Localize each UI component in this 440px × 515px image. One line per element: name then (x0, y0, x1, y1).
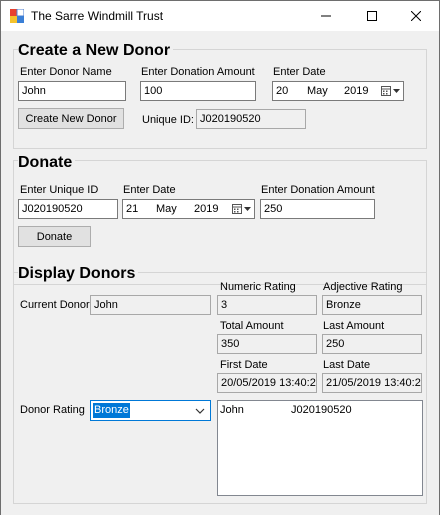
donate-date-month: May (156, 203, 177, 215)
donate-amount-input[interactable]: 250 (260, 199, 375, 219)
adjective-rating-label: Adjective Rating (323, 281, 403, 293)
calendar-dropdown-icon[interactable] (232, 203, 252, 215)
donate-uid-label: Enter Unique ID (20, 184, 99, 196)
donor-listbox[interactable]: John J020190520 (217, 400, 423, 496)
donate-uid-input[interactable]: J020190520 (18, 199, 118, 219)
minimize-icon (321, 15, 331, 17)
current-donor-output: John (90, 295, 211, 315)
current-donor-label: Current Donor (20, 299, 90, 311)
donor-list-id[interactable]: J020190520 (291, 404, 352, 416)
numeric-rating-label: Numeric Rating (220, 281, 296, 293)
client-area: Create a New Donor Enter Donor Name John… (1, 31, 439, 515)
donate-date-label: Enter Date (123, 184, 176, 196)
donate-date-year: 2019 (194, 203, 219, 215)
create-date-year: 2019 (344, 85, 369, 97)
total-amount-output: 350 (217, 334, 317, 354)
create-amount-label: Enter Donation Amount (141, 66, 255, 78)
donate-amount-label: Enter Donation Amount (261, 184, 375, 196)
display-donors-heading: Display Donors (18, 265, 139, 283)
window-title: The Sarre Windmill Trust (31, 9, 164, 23)
minimize-button[interactable] (303, 1, 349, 31)
last-amount-output: 250 (322, 334, 422, 354)
donate-heading: Donate (18, 154, 76, 172)
first-date-output: 20/05/2019 13:40:2 (217, 373, 317, 393)
donor-list-name[interactable]: John (220, 404, 244, 416)
numeric-rating-output: 3 (217, 295, 317, 315)
donate-date-day: 21 (126, 203, 139, 215)
adjective-rating-output: Bronze (322, 295, 422, 315)
unique-id-label: Unique ID: (142, 114, 194, 126)
unique-id-output: J020190520 (196, 109, 306, 129)
maximize-button[interactable] (349, 1, 395, 31)
total-amount-label: Total Amount (220, 320, 284, 332)
create-donor-button[interactable]: Create New Donor (18, 108, 124, 129)
donor-rating-select[interactable]: Bronze (90, 400, 211, 421)
main-window: The Sarre Windmill Trust Create a New Do… (0, 0, 440, 515)
close-icon (411, 11, 421, 21)
last-amount-label: Last Amount (323, 320, 385, 332)
donor-rating-selected: Bronze (93, 403, 130, 418)
maximize-icon (367, 11, 377, 21)
last-date-label: Last Date (323, 359, 371, 371)
last-date-output: 21/05/2019 13:40:2 (322, 373, 422, 393)
chevron-down-icon (195, 408, 205, 414)
create-date-month: May (307, 85, 328, 97)
title-bar: The Sarre Windmill Trust (1, 1, 439, 31)
create-date-label: Enter Date (273, 66, 326, 78)
create-date-day: 20 (276, 85, 289, 97)
donor-name-input[interactable]: John (18, 81, 126, 101)
create-date-picker[interactable]: 20 May 2019 (272, 81, 404, 101)
donate-button[interactable]: Donate (18, 226, 91, 247)
first-date-label: First Date (220, 359, 268, 371)
create-amount-input[interactable]: 100 (140, 81, 256, 101)
create-donor-heading: Create a New Donor (18, 42, 174, 60)
donor-rating-label: Donor Rating (20, 404, 85, 416)
calendar-dropdown-icon[interactable] (381, 85, 401, 97)
close-button[interactable] (393, 1, 439, 31)
donor-name-label: Enter Donor Name (20, 66, 112, 78)
donate-date-picker[interactable]: 21 May 2019 (122, 199, 255, 219)
app-icon (10, 9, 24, 23)
